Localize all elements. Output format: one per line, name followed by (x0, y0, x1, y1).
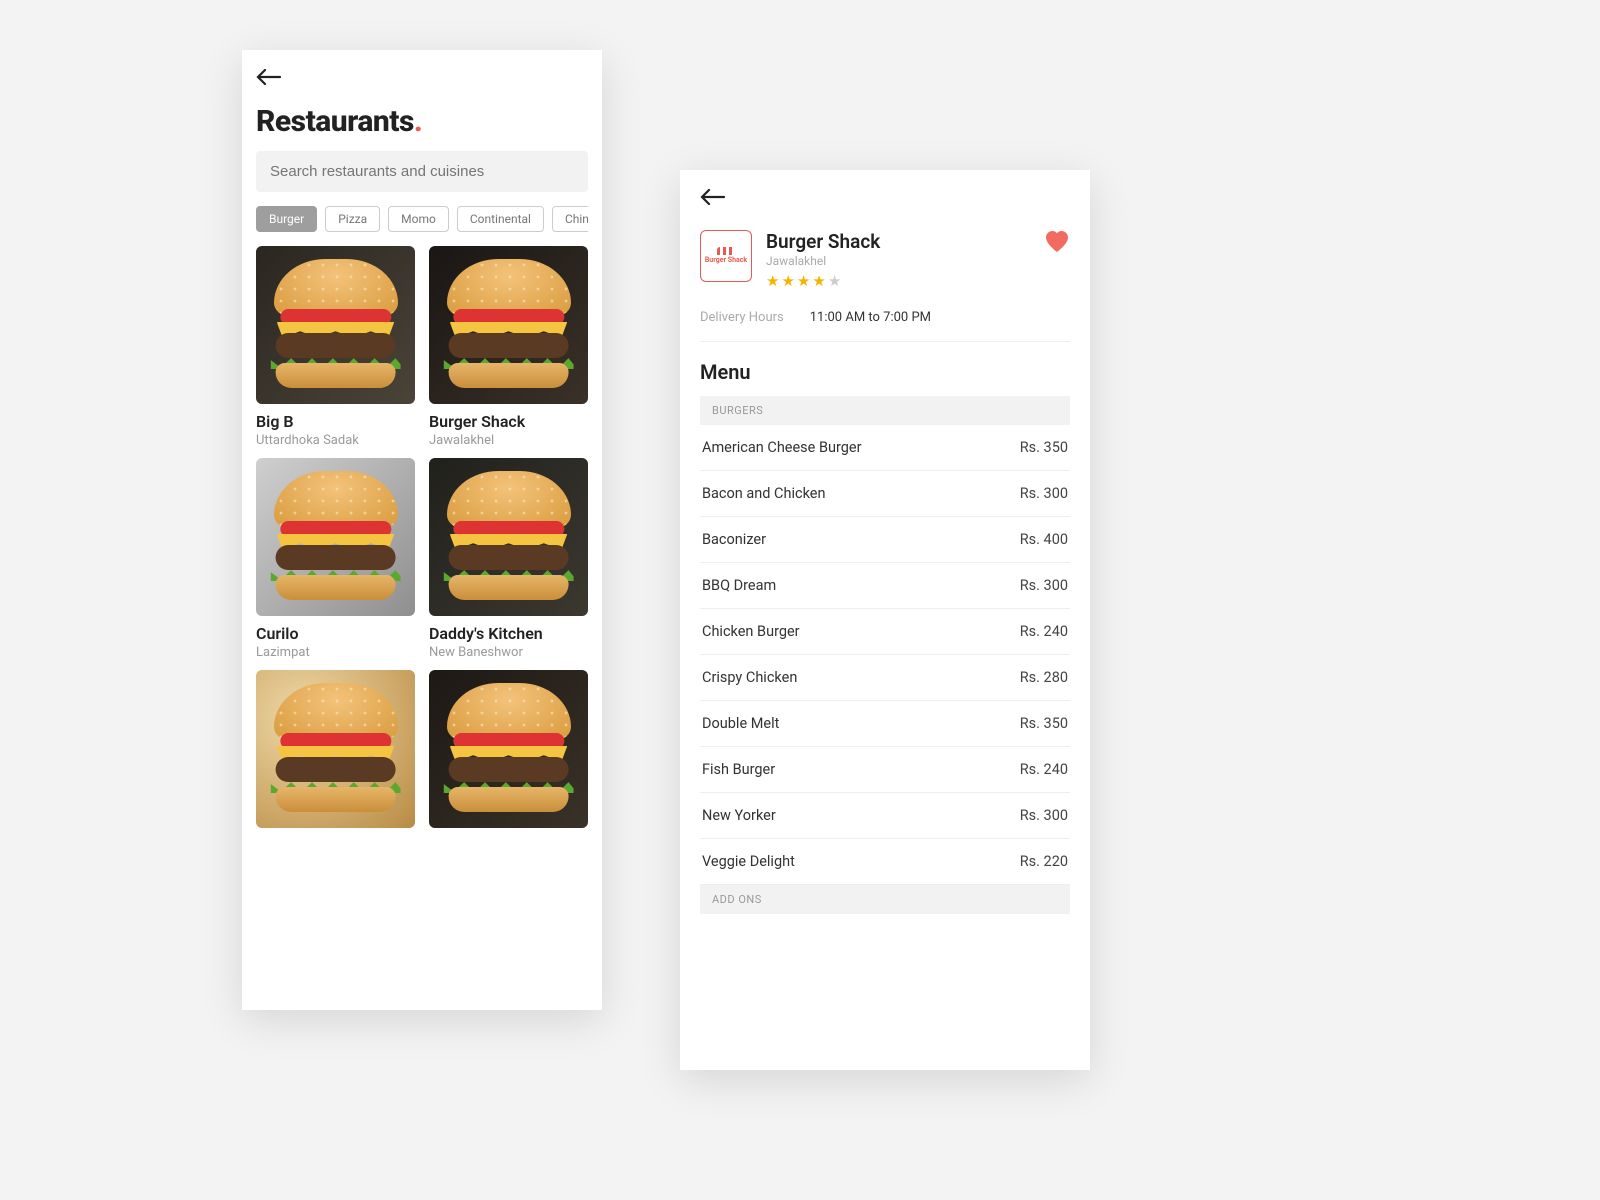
menu-item[interactable]: BBQ Dream Rs. 300 (700, 563, 1070, 609)
menu-item[interactable]: Double Melt Rs. 350 (700, 701, 1070, 747)
restaurants-screen: Restaurants. Burger Pizza Momo Continental C… (242, 50, 602, 1010)
menu-item[interactable]: Fish Burger Rs. 240 (700, 747, 1070, 793)
restaurant-thumb (256, 670, 415, 828)
restaurant-card-name: Big B (256, 412, 415, 431)
restaurant-thumb (256, 458, 415, 616)
restaurant-thumb (429, 458, 588, 616)
menu-item-price: Rs. 400 (1020, 531, 1068, 548)
restaurant-card[interactable] (256, 670, 415, 836)
category-chip[interactable]: Chinese (552, 206, 588, 232)
restaurant-card-name: Curilo (256, 624, 415, 643)
page-title: Restaurants. (256, 104, 588, 139)
back-arrow-icon[interactable] (700, 188, 726, 210)
title-dot-icon: . (414, 104, 422, 139)
menu-item[interactable]: Chicken Burger Rs. 240 (700, 609, 1070, 655)
menu-item-name: Double Melt (702, 715, 779, 732)
menu-item-price: Rs. 300 (1020, 485, 1068, 502)
category-chip[interactable]: Pizza (325, 206, 380, 232)
star-icon: ★ (812, 272, 827, 290)
restaurant-logo: Burger Shack (700, 230, 752, 282)
restaurant-card-sub: Jawalakhel (429, 433, 588, 448)
menu-item-name: New Yorker (702, 807, 776, 824)
restaurant-card[interactable] (429, 670, 588, 836)
star-icon: ★ (766, 272, 781, 290)
star-icon: ★ (797, 272, 812, 290)
menu-item-name: BBQ Dream (702, 577, 776, 594)
menu-item-price: Rs. 280 (1020, 669, 1068, 686)
restaurant-info: Burger Shack Jawalakhel ★★★★★ (766, 230, 1030, 290)
restaurant-card-sub: Lazimpat (256, 645, 415, 660)
restaurant-location: Jawalakhel (766, 254, 1030, 268)
menu-item[interactable]: Bacon and Chicken Rs. 300 (700, 471, 1070, 517)
category-chips: Burger Pizza Momo Continental Chinese (256, 206, 588, 232)
menu-item[interactable]: Crispy Chicken Rs. 280 (700, 655, 1070, 701)
menu-item-name: Veggie Delight (702, 853, 795, 870)
menu-item-price: Rs. 300 (1020, 807, 1068, 824)
restaurant-thumb (256, 246, 415, 404)
menu-item-name: Crispy Chicken (702, 669, 797, 686)
menu-item-name: Bacon and Chicken (702, 485, 826, 502)
menu-item-name: Baconizer (702, 531, 766, 548)
menu-item[interactable]: Veggie Delight Rs. 220 (700, 839, 1070, 885)
delivery-hours-value: 11:00 AM to 7:00 PM (810, 310, 931, 325)
menu-section-header: BURGERS (700, 396, 1070, 425)
star-icon: ★ (828, 272, 843, 290)
restaurant-card-name: Daddy's Kitchen (429, 624, 588, 643)
restaurant-card[interactable]: Burger Shack Jawalakhel (429, 246, 588, 448)
delivery-hours-label: Delivery Hours (700, 310, 784, 325)
page-title-text: Restaurants (256, 104, 414, 139)
menu-item-name: Fish Burger (702, 761, 775, 778)
category-chip[interactable]: Continental (457, 206, 544, 232)
category-chip[interactable]: Burger (256, 206, 317, 232)
menu-item[interactable]: Baconizer Rs. 400 (700, 517, 1070, 563)
menu-item-price: Rs. 220 (1020, 853, 1068, 870)
restaurant-card-sub: New Baneshwor (429, 645, 588, 660)
menu-item-price: Rs. 240 (1020, 761, 1068, 778)
restaurant-thumb (429, 246, 588, 404)
restaurant-thumb (429, 670, 588, 828)
restaurant-card[interactable]: Curilo Lazimpat (256, 458, 415, 660)
restaurant-name: Burger Shack (766, 230, 1030, 253)
menu-item-name: American Cheese Burger (702, 439, 862, 456)
logo-roof-icon (717, 247, 735, 255)
favorite-heart-icon[interactable] (1044, 230, 1070, 261)
back-arrow-icon[interactable] (256, 68, 282, 90)
restaurant-card-sub: Uttardhoka Sadak (256, 433, 415, 448)
menu-section-header: ADD ONS (700, 885, 1070, 914)
restaurant-grid: Big B Uttardhoka Sadak Burger Shack Jawalak… (256, 246, 588, 836)
delivery-hours-row: Delivery Hours 11:00 AM to 7:00 PM (700, 310, 1070, 342)
menu-item-name: Chicken Burger (702, 623, 800, 640)
search-input[interactable] (256, 151, 588, 192)
category-chip[interactable]: Momo (388, 206, 449, 232)
menu-item-price: Rs. 350 (1020, 715, 1068, 732)
menu-item[interactable]: New Yorker Rs. 300 (700, 793, 1070, 839)
restaurant-card-name: Burger Shack (429, 412, 588, 431)
restaurant-header: Burger Shack Burger Shack Jawalakhel ★★★… (700, 230, 1070, 290)
menu-item-price: Rs. 240 (1020, 623, 1068, 640)
restaurant-card[interactable]: Big B Uttardhoka Sadak (256, 246, 415, 448)
menu-item-price: Rs. 350 (1020, 439, 1068, 456)
menu-item[interactable]: American Cheese Burger Rs. 350 (700, 425, 1070, 471)
menu-item-price: Rs. 300 (1020, 577, 1068, 594)
star-icon: ★ (781, 272, 796, 290)
restaurant-detail-screen: Burger Shack Burger Shack Jawalakhel ★★★… (680, 170, 1090, 1070)
restaurant-card[interactable]: Daddy's Kitchen New Baneshwor (429, 458, 588, 660)
menu-heading: Menu (700, 360, 1070, 384)
rating-stars: ★★★★★ (766, 272, 1030, 290)
logo-text: Burger Shack (705, 257, 747, 265)
menu-list: BURGERS American Cheese Burger Rs. 350 Baco… (700, 396, 1070, 914)
